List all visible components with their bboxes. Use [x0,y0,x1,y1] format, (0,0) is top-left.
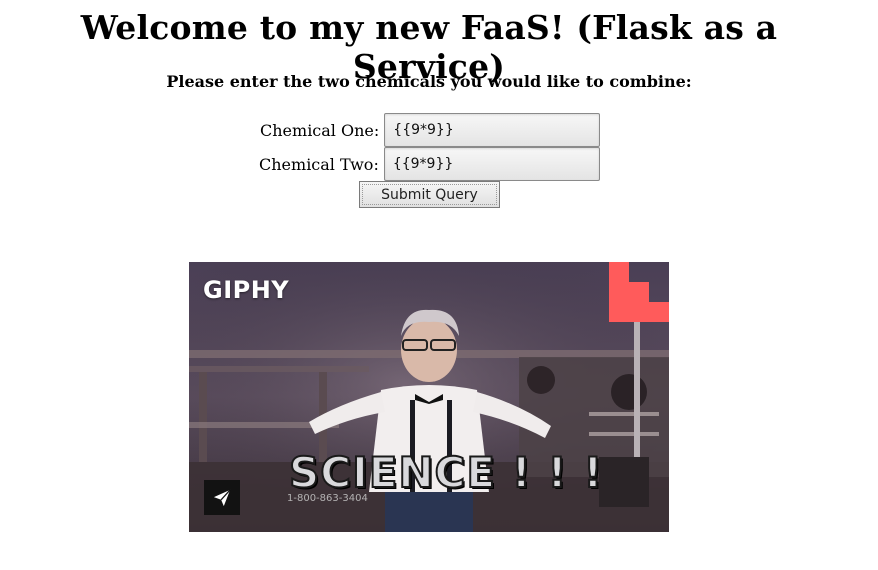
submit-button[interactable]: Submit Query [359,181,500,208]
chemical-two-row: Chemical Two: [259,147,600,181]
chemical-one-input[interactable] [384,113,601,147]
chemical-one-row: Chemical One: [260,113,601,147]
giphy-logo[interactable]: GIPHY [203,276,289,304]
phone-number-text: 1-800-863-3404 [287,493,368,504]
paper-plane-icon [213,488,231,506]
chemical-one-label: Chemical One: [260,120,380,140]
share-button[interactable] [204,480,240,515]
chemical-two-input[interactable] [383,147,600,181]
form-instructions: Please enter the two chemicals you would… [166,72,692,91]
chemical-two-label: Chemical Two: [259,154,379,174]
giphy-corner-badge-icon [609,262,669,322]
science-caption: SCIENCE ! ! ! [288,447,604,498]
giphy-embed[interactable]: SCIENCE ! ! ! 1-800-863-3404 GIPHY [189,262,669,532]
